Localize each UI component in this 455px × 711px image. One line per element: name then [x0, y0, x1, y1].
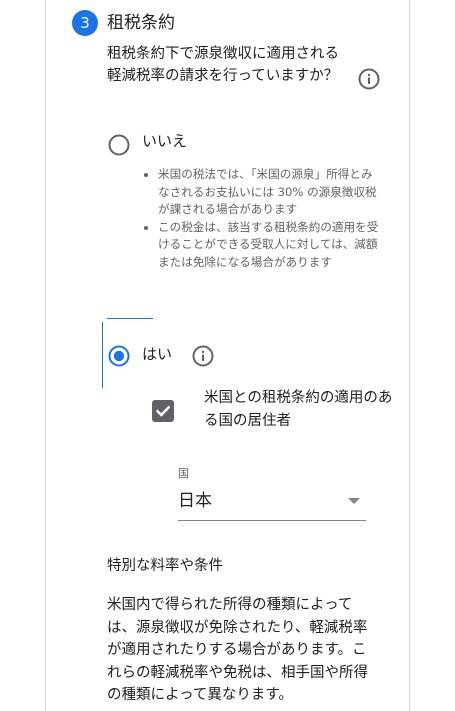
radio-no-label[interactable]: いいえ [142, 130, 187, 152]
content-border-left [45, 0, 46, 711]
content-border-right [409, 0, 410, 711]
bullet-icon [144, 173, 148, 177]
withholding-notes-list: 米国の税法では、「米国の源泉」所得とみなされるお支払いには 30% の源泉徴収税… [140, 166, 384, 272]
step-title: 租税条約 [107, 13, 175, 33]
step-number-badge: 3 [72, 10, 98, 36]
country-select[interactable]: 日本 [178, 486, 366, 521]
country-select-label: 国 [178, 467, 189, 480]
list-item: 米国の税法では、「米国の源泉」所得とみなされるお支払いには 30% の源泉徴収税… [140, 166, 384, 219]
radio-yes-label[interactable]: はい [142, 343, 172, 365]
radio-yes[interactable] [108, 345, 130, 367]
treaty-question: 租税条約下で源泉徴収に適用される軽減税率の請求を行っていますか？ [107, 46, 339, 84]
list-item: この税金は、該当する租税条約の適用を受けることができる受取人に対しては、減額また… [140, 219, 384, 272]
resident-checkbox-label[interactable]: 米国との租税条約の適用のある国の居住者 [204, 387, 394, 433]
info-icon[interactable] [192, 345, 214, 367]
resident-checkbox[interactable] [152, 400, 174, 422]
tax-treaty-form: 3 租税条約 租税条約下で源泉徴収に適用される軽減税率の請求を行っていますか？ … [0, 0, 455, 711]
focus-indicator-top [107, 318, 153, 319]
country-select-value: 日本 [178, 491, 212, 511]
special-rates-heading: 特別な料率や条件 [107, 558, 223, 574]
focus-indicator-left [102, 322, 103, 388]
note-text: 米国の税法では、「米国の源泉」所得とみなされるお支払いには 30% の源泉徴収税… [158, 167, 377, 217]
note-text: この税金は、該当する租税条約の適用を受けることができる受取人に対しては、減額また… [158, 219, 379, 269]
checkmark-icon [155, 405, 171, 417]
special-rates-description: 米国内で得られた所得の種類によっては、源泉徴収が免除されたり、軽減税率が適用され… [107, 597, 368, 703]
radio-no[interactable] [108, 134, 130, 156]
bullet-icon [144, 225, 148, 230]
dropdown-arrow-icon [348, 498, 360, 504]
info-icon[interactable] [358, 68, 380, 90]
